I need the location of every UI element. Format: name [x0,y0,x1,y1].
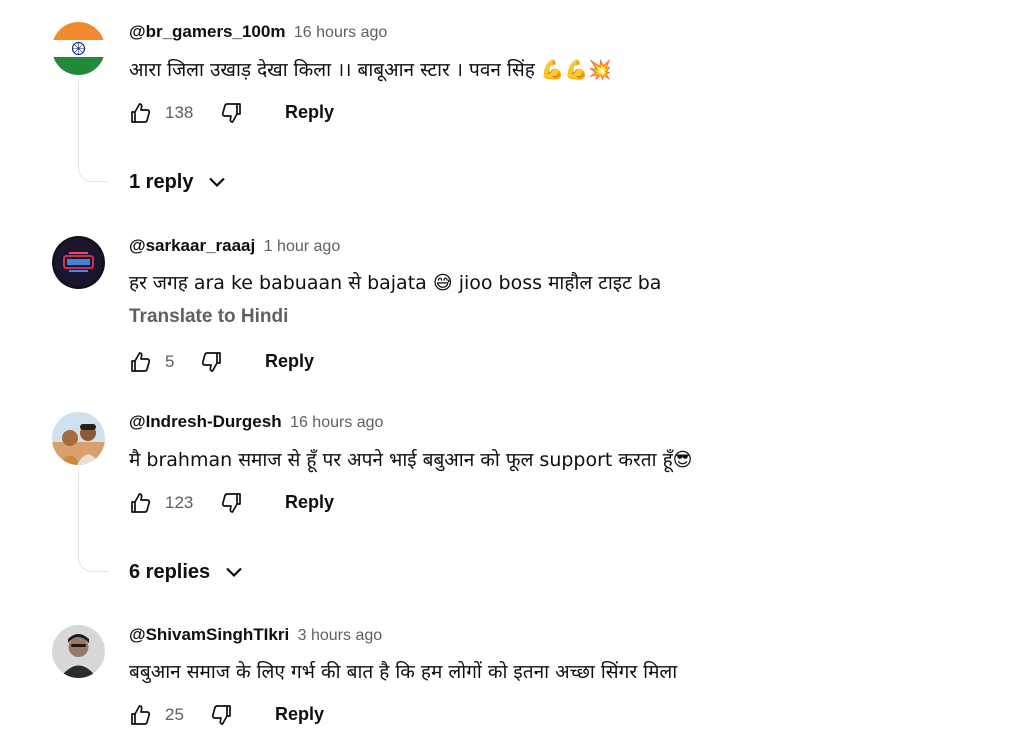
comment-text: हर जगह ara ke babuaan से bajata 😅 jioo b… [129,269,661,295]
comment-text: बबुआन समाज के लिए गर्भ की बात है कि हम ल… [129,658,677,684]
view-replies-button[interactable]: 6 replies [129,560,246,584]
thumbs-up-icon[interactable] [129,350,153,374]
author-name[interactable]: @sarkaar_raaaj [129,236,255,255]
like-count: 138 [165,103,194,122]
chevron-down-icon [209,177,226,188]
neon-logo-avatar-image [52,236,105,289]
comment-header: @br_gamers_100m 16 hours ago [129,22,387,42]
translate-button[interactable]: Translate to Hindi [129,306,288,328]
thread-connector-line [78,470,108,572]
comment-time[interactable]: 3 hours ago [298,627,383,644]
like-count: 5 [165,352,175,371]
avatar[interactable] [52,412,105,465]
person-avatar-image [52,625,105,678]
comment-time[interactable]: 16 hours ago [290,414,383,431]
comment-text-body: बबुआन समाज के लिए गर्भ की बात है कि हम ल… [129,661,678,683]
reply-button[interactable]: Reply [275,704,324,725]
author-name[interactable]: @br_gamers_100m [129,22,285,41]
avatar[interactable] [52,22,105,75]
thumbs-up-icon[interactable] [129,491,153,515]
avatar[interactable] [52,625,105,678]
comment-text: आरा जिला उखाड़ देखा किला ।। बाबूआन स्टार… [129,56,612,82]
comment-header: @ShivamSinghTIkri 3 hours ago [129,625,382,645]
like-count: 123 [165,493,194,512]
two-people-avatar-image [52,412,105,465]
comment-text-body: आरा जिला उखाड़ देखा किला ।। बाबूआन स्टार… [129,59,535,81]
reply-button[interactable]: Reply [265,351,314,372]
thumbs-down-icon[interactable] [199,350,223,374]
comment-time[interactable]: 16 hours ago [294,24,387,41]
thumbs-down-icon[interactable] [209,703,233,727]
comment-text-body: मै brahman समाज से हूँ पर अपने भाई बबुआन… [129,449,673,471]
comment-emoji: 😅 [432,272,453,294]
chevron-down-icon [226,567,242,578]
like-count: 25 [165,705,184,724]
comments-section: @br_gamers_100m 16 hours ago आरा जिला उख… [0,0,1030,746]
comment-header: @sarkaar_raaaj 1 hour ago [129,236,340,256]
thumbs-down-icon[interactable] [219,101,243,125]
reply-button[interactable]: Reply [285,492,334,513]
comment-text-body: हर जगह ara ke babuaan से bajata [129,272,427,294]
reply-button[interactable]: Reply [285,102,334,123]
comment-header: @Indresh-Durgesh 16 hours ago [129,412,383,432]
thread-connector-line [78,80,108,182]
thumbs-down-icon[interactable] [219,491,243,515]
replies-count-label: 6 replies [129,560,211,583]
comment-time[interactable]: 1 hour ago [264,238,341,255]
avatar[interactable] [52,236,105,289]
author-name[interactable]: @Indresh-Durgesh [129,412,282,431]
comment-emoji: 😎 [672,449,693,471]
replies-count-label: 1 reply [129,170,194,193]
author-name[interactable]: @ShivamSinghTIkri [129,625,289,644]
comment-text-continued: jioo boss माहौल टाइट ba [458,272,662,294]
thumbs-up-icon[interactable] [129,101,153,125]
india-flag-avatar-image [52,22,105,75]
thumbs-up-icon[interactable] [129,703,153,727]
comment-emoji: 💪💪💥 [540,59,612,81]
comment-text: मै brahman समाज से हूँ पर अपने भाई बबुआन… [129,446,692,472]
view-replies-button[interactable]: 1 reply [129,170,229,194]
